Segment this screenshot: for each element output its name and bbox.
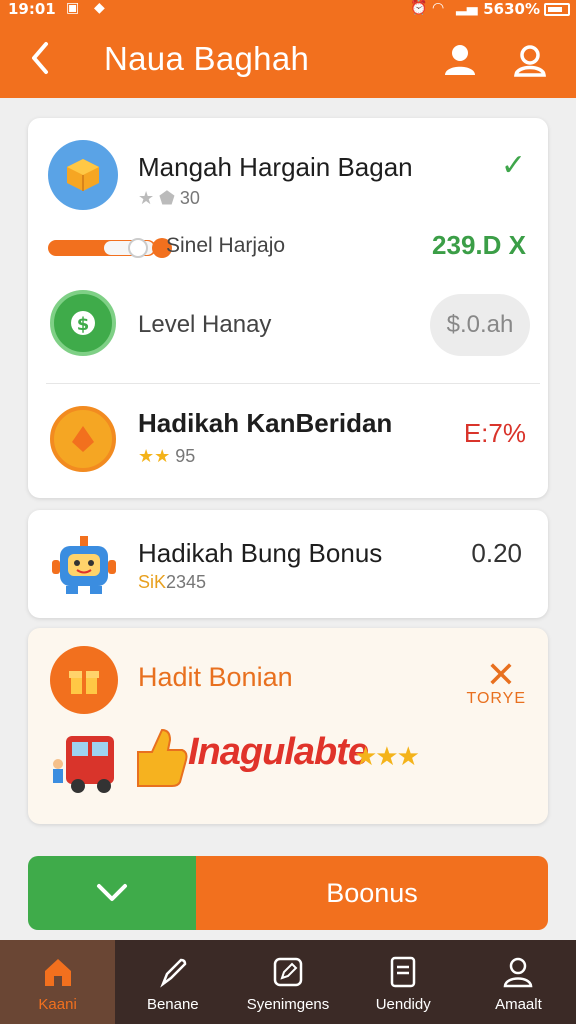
bonus-card[interactable]: Hadikah Bung Bonus SiK2345 0.20	[28, 510, 548, 618]
row-title: Mangah Hargain Bagan	[138, 152, 413, 182]
row-subtitle: ★★ 95	[138, 446, 196, 466]
bonus-button[interactable]: Boonus	[196, 856, 548, 930]
row-title: Hadikah KanBeridan	[138, 408, 393, 438]
home-icon	[44, 959, 71, 986]
edit-icon	[273, 957, 303, 987]
slider-thumb[interactable]	[128, 238, 148, 258]
robot-icon	[50, 530, 118, 598]
row-subtitle: ★ ⬟ 30	[138, 188, 200, 208]
back-icon[interactable]	[26, 38, 56, 78]
bus-icon	[48, 728, 118, 798]
row-value: 0.20	[471, 538, 522, 568]
promo-text: Inagulabte	[188, 731, 369, 773]
pen-icon	[159, 958, 187, 988]
promo-card: Hadit Bonian ✕ TORYE Inagulabte ★★★	[28, 628, 548, 824]
nav-label: Syenimgens	[246, 996, 330, 1013]
level-pill[interactable]: $.0.ah	[430, 294, 530, 356]
level-label: Level Hanay	[138, 311, 272, 338]
nav-item-list[interactable]: Uendidy	[346, 940, 461, 1024]
status-bar: 19:01 ▣ ◆ ⏰ ◠ ▂▄ 5630%	[0, 0, 576, 20]
coin-icon	[50, 406, 116, 472]
battery-text: 5630%	[483, 0, 540, 18]
battery-icon	[544, 3, 570, 16]
nav-label: Uendidy	[375, 996, 431, 1013]
svg-text:$: $	[77, 314, 90, 335]
slider-label: Sinel Harjajo	[166, 234, 286, 257]
shield-icon: ◆	[94, 0, 105, 16]
nav-label: Kaani	[38, 996, 77, 1013]
divider	[46, 383, 540, 384]
gift-icon	[50, 646, 118, 714]
wifi-icon: ◠	[432, 0, 445, 16]
progress-slider[interactable]	[48, 238, 172, 258]
app-bar: 19:01 ▣ ◆ ⏰ ◠ ▂▄ 5630% Naua Baghah	[0, 0, 576, 98]
status-time: 19:01	[8, 0, 56, 18]
chevron-down-icon	[97, 884, 127, 901]
cube-icon	[48, 140, 118, 210]
row-title: Hadikah Bung Bonus	[138, 538, 383, 568]
summary-card: Mangah Hargain Bagan ★ ⬟ 30 ✓ Sinel Harj…	[28, 118, 548, 498]
row-value: E:7%	[463, 418, 526, 448]
dollar-icon: $	[50, 290, 116, 356]
alarm-icon: ⏰	[410, 0, 428, 16]
nav-label: Amaalt	[495, 996, 542, 1013]
rating-icon: ★ ⬟	[138, 188, 175, 208]
nav-label: Benane	[146, 996, 199, 1013]
nav-item-search[interactable]: Benane	[115, 940, 230, 1024]
confirm-button[interactable]	[28, 856, 196, 930]
page-title: Naua Baghah	[104, 40, 310, 77]
user-icon	[504, 957, 533, 988]
nav-item-home[interactable]: Kaani	[0, 940, 116, 1024]
notification-icon: ▣	[66, 0, 80, 16]
row-subtitle: SiK2345	[138, 572, 207, 592]
document-icon	[390, 956, 416, 988]
percent-value: 239.D X	[432, 230, 526, 260]
bottom-nav: Kaani Benane Syenimgens Uendidy Amaalt	[0, 940, 576, 1024]
thumbs-up-icon	[132, 724, 188, 790]
nav-item-profile[interactable]: Amaalt	[461, 940, 576, 1024]
signal-icon: ▂▄	[456, 0, 478, 16]
close-label[interactable]: TORYE	[466, 690, 526, 708]
star-icon: ★★★	[354, 741, 420, 771]
promo-title: Hadit Bonian	[138, 662, 293, 692]
check-icon: ✓	[500, 149, 526, 182]
nav-item-settings[interactable]: Syenimgens	[230, 940, 345, 1024]
profile-icon[interactable]	[442, 42, 478, 78]
star-icon: ★★	[138, 446, 171, 466]
bonus-action: Boonus	[28, 856, 548, 930]
account-icon[interactable]	[512, 42, 548, 78]
